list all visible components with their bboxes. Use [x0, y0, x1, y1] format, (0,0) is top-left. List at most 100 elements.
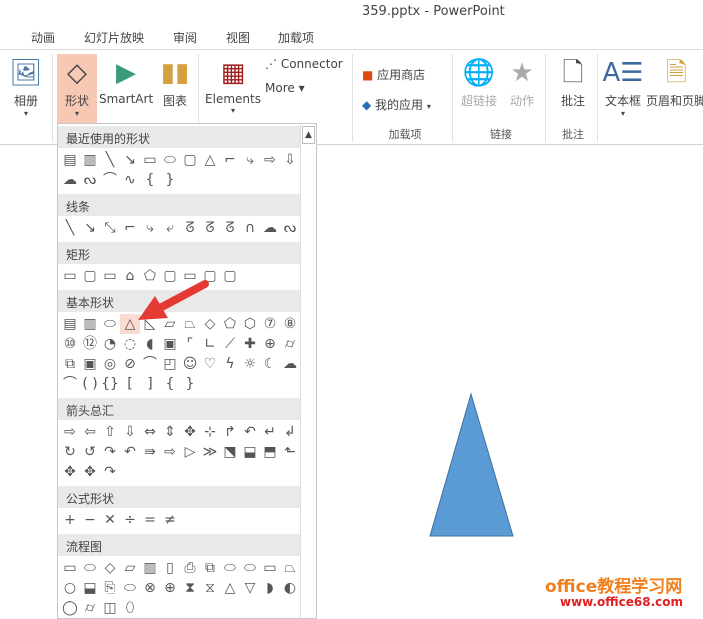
triangle-shape-option[interactable]: △ — [120, 314, 140, 334]
shape-option[interactable]: ⌒ — [100, 170, 120, 190]
shape-option[interactable]: ⇔ — [140, 422, 160, 442]
shape-option[interactable]: ▤ — [60, 314, 80, 334]
shape-option[interactable]: { — [140, 170, 160, 190]
shape-option[interactable]: ◌ — [120, 334, 140, 354]
shape-option[interactable]: ☁ — [60, 170, 80, 190]
shape-option[interactable]: ϟ — [220, 354, 240, 374]
shape-option[interactable]: + — [60, 510, 80, 530]
shape-option[interactable]: ∩ — [240, 218, 260, 238]
shape-option[interactable]: ⊗ — [140, 578, 160, 598]
shape-option[interactable]: △ — [200, 150, 220, 170]
shape-option[interactable]: ⧉ — [60, 354, 80, 374]
shape-option[interactable]: ☼ — [240, 354, 260, 374]
shape-option[interactable]: ᘔ — [200, 218, 220, 238]
shape-option[interactable]: ▭ — [180, 266, 200, 286]
shape-option[interactable]: ⇧ — [100, 422, 120, 442]
shape-option[interactable]: ⌭ — [280, 334, 300, 354]
shape-option[interactable]: {} — [100, 374, 120, 394]
shape-option[interactable]: ⬓ — [80, 578, 100, 598]
shape-option[interactable]: ⬭ — [100, 314, 120, 334]
shape-option[interactable]: ▥ — [80, 150, 100, 170]
shape-option[interactable]: ▯ — [160, 558, 180, 578]
shape-option[interactable]: ⧉ — [200, 558, 220, 578]
shape-option[interactable]: ⎘ — [100, 578, 120, 598]
shape-option[interactable]: ⌒ — [140, 354, 160, 374]
shape-option[interactable]: ᔓ — [80, 170, 100, 190]
shape-option[interactable]: ▭ — [100, 266, 120, 286]
shape-option[interactable]: ⬭ — [80, 558, 100, 578]
shape-option[interactable]: ᔓ — [280, 218, 300, 238]
shape-option[interactable]: ⊕ — [160, 578, 180, 598]
shape-option[interactable]: ⇨ — [260, 150, 280, 170]
shape-option[interactable]: ╲ — [60, 218, 80, 238]
shape-option[interactable]: ▥ — [80, 314, 100, 334]
shape-option[interactable]: ↻ — [60, 442, 80, 462]
shape-option[interactable]: } — [180, 374, 200, 394]
shape-option[interactable]: ◫ — [100, 598, 120, 618]
shape-option[interactable]: ⊕ — [260, 334, 280, 354]
shape-option[interactable]: ▤ — [60, 150, 80, 170]
shape-option[interactable]: ⤷ — [140, 218, 160, 238]
shape-option[interactable]: ⊹ — [200, 422, 220, 442]
shape-option[interactable]: ✥ — [80, 462, 100, 482]
gallery-scrollbar[interactable]: ▲ — [300, 124, 316, 618]
shape-option[interactable]: = — [140, 510, 160, 530]
shape-option[interactable]: ⬭ — [120, 578, 140, 598]
shape-option[interactable]: ⬔ — [220, 442, 240, 462]
shape-option[interactable]: ⇩ — [120, 422, 140, 442]
shape-option[interactable]: ⌭ — [80, 598, 100, 618]
shape-option[interactable]: [ — [120, 374, 140, 394]
shape-option[interactable]: ↶ — [120, 442, 140, 462]
shape-option[interactable]: ⌐ — [220, 150, 240, 170]
shape-option[interactable]: ⬠ — [220, 314, 240, 334]
shape-option[interactable]: ∟ — [200, 334, 220, 354]
shape-option[interactable]: ☁ — [280, 354, 300, 374]
shape-option[interactable]: ⏢ — [180, 314, 200, 334]
shape-option[interactable]: ⑩ — [60, 334, 80, 354]
shape-option[interactable]: ☁ — [260, 218, 280, 238]
shape-option[interactable]: ↱ — [220, 422, 240, 442]
shape-option[interactable]: ◯ — [60, 598, 80, 618]
shape-option[interactable]: ▢ — [220, 266, 240, 286]
shape-option[interactable]: ⌂ — [120, 266, 140, 286]
shape-option[interactable]: ᘔ — [180, 218, 200, 238]
shape-option[interactable]: ⑦ — [260, 314, 280, 334]
shape-option[interactable]: ⇦ — [80, 422, 100, 442]
shape-option[interactable]: ⌒ — [60, 374, 80, 394]
shape-option[interactable]: ↵ — [260, 422, 280, 442]
shape-option[interactable]: ⑫ — [80, 334, 100, 354]
shape-option[interactable]: ⇕ — [160, 422, 180, 442]
shape-option[interactable]: ◺ — [140, 314, 160, 334]
shape-option[interactable]: ↘ — [80, 218, 100, 238]
shape-option[interactable]: ᘔ — [220, 218, 240, 238]
shape-option[interactable]: ▥ — [140, 558, 160, 578]
shape-option[interactable]: ] — [140, 374, 160, 394]
shape-option[interactable]: ⤷ — [240, 150, 260, 170]
shape-option[interactable]: ☾ — [260, 354, 280, 374]
shape-option[interactable]: ☺ — [180, 354, 200, 374]
shape-option[interactable]: ▢ — [160, 266, 180, 286]
shape-option[interactable]: ⧖ — [200, 578, 220, 598]
shape-option[interactable]: ▢ — [200, 266, 220, 286]
shape-option[interactable]: ⎙ — [180, 558, 200, 578]
shape-option[interactable]: ⌜ — [180, 334, 200, 354]
shape-option[interactable]: } — [160, 170, 180, 190]
shape-option[interactable]: ♡ — [200, 354, 220, 374]
shape-option[interactable]: ⬭ — [240, 558, 260, 578]
shape-option[interactable]: − — [80, 510, 100, 530]
shape-option[interactable]: ⤶ — [160, 218, 180, 238]
shape-option[interactable]: ↺ — [80, 442, 100, 462]
shape-option[interactable]: ◐ — [280, 578, 300, 598]
shape-option[interactable]: ◗ — [260, 578, 280, 598]
shape-option[interactable]: ⤡ — [100, 218, 120, 238]
shape-option[interactable]: ◔ — [100, 334, 120, 354]
shape-option[interactable]: ⇛ — [140, 442, 160, 462]
shape-option[interactable]: ◇ — [100, 558, 120, 578]
shape-option[interactable]: ▣ — [160, 334, 180, 354]
shape-option[interactable]: ⬭ — [220, 558, 240, 578]
shape-option[interactable]: ÷ — [120, 510, 140, 530]
shape-option[interactable]: ◰ — [160, 354, 180, 374]
shape-option[interactable]: ✚ — [240, 334, 260, 354]
shape-option[interactable]: ▭ — [260, 558, 280, 578]
shape-option[interactable]: ↲ — [280, 422, 300, 442]
